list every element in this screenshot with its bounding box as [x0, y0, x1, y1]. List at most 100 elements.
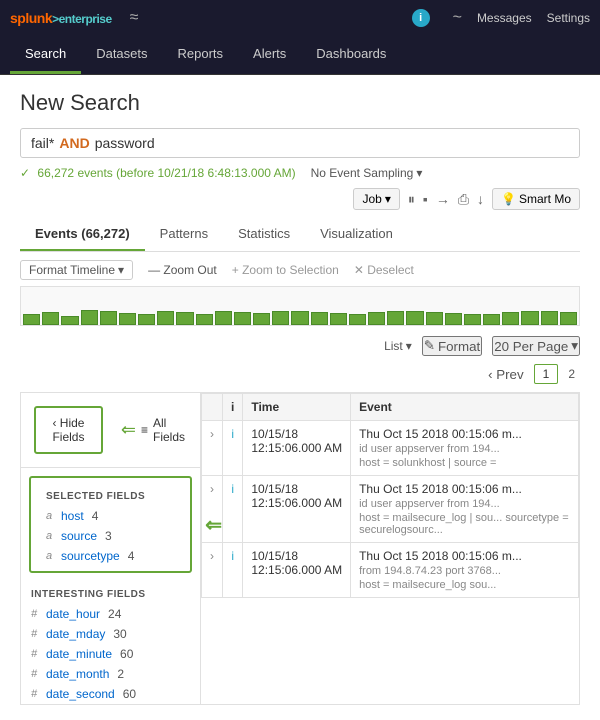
event-detail-3: host = mailsecure_log sou...	[359, 579, 570, 591]
next-page-number[interactable]: 2	[563, 365, 580, 383]
tab-visualization[interactable]: Visualization	[305, 218, 408, 251]
pagination: ‹ Prev 1 2	[20, 364, 580, 384]
stop-icon[interactable]: ▪	[423, 191, 428, 207]
timeline-bar	[61, 316, 78, 326]
page-title: New Search	[20, 90, 580, 116]
nav-datasets[interactable]: Datasets	[81, 36, 162, 74]
perpage-button[interactable]: 20 Per Page ▾	[492, 336, 580, 356]
col-info: i	[223, 394, 243, 421]
nav-search[interactable]: Search	[10, 36, 81, 74]
search-bar[interactable]: fail* AND password	[20, 128, 580, 158]
timeline-bar	[81, 310, 98, 325]
field-date-minute[interactable]: # date_minute 60	[21, 644, 200, 664]
format-button[interactable]: ✎ Format	[422, 336, 482, 356]
col-expand	[202, 394, 223, 421]
timeline-bar	[272, 311, 289, 325]
messages-menu[interactable]: Messages	[477, 11, 532, 25]
table-row: › i 10/15/18 12:15:06.000 AM Thu Oct 15 …	[202, 476, 579, 543]
nav-reports[interactable]: Reports	[163, 36, 239, 74]
prev-page-button[interactable]: ‹ Prev	[483, 365, 529, 384]
all-fields-icon: ≡	[141, 423, 148, 437]
info-circle-icon[interactable]: i	[412, 9, 430, 27]
zoom-selection-button[interactable]: + Zoom to Selection	[232, 263, 339, 277]
col-time: Time	[243, 394, 351, 421]
event-meta-3: from 194.8.74.23 port 3768...	[359, 565, 570, 577]
events-text: 66,272 events (before 10/21/18 6:48:13.0…	[37, 166, 295, 180]
timeline-controls: Format Timeline ▾ — Zoom Out + Zoom to S…	[20, 260, 580, 280]
timeline-bar	[349, 314, 366, 325]
hide-fields-arrow: ⇐	[121, 420, 136, 441]
events-table: i Time Event › i 10/15/18 12:15:06.000 A…	[201, 393, 579, 704]
zoom-out-button[interactable]: — Zoom Out	[148, 263, 217, 277]
selected-fields-box: SELECTED FIELDS a host 4 a source 3 a so…	[29, 476, 192, 573]
sampling-button[interactable]: No Event Sampling ▾	[311, 166, 423, 180]
interesting-fields-title: INTERESTING FIELDS	[21, 581, 200, 604]
status-bar: ✓ 66,272 events (before 10/21/18 6:48:13…	[20, 166, 580, 180]
time-cell-3: 10/15/18 12:15:06.000 AM	[243, 543, 351, 598]
pause-icon[interactable]: ⏸	[408, 191, 415, 208]
all-fields-button[interactable]: ≡ All Fields	[131, 408, 195, 452]
print-icon[interactable]: ⎙	[458, 191, 469, 208]
timeline-bar	[445, 313, 462, 325]
timeline-bar	[502, 312, 519, 325]
top-navigation: splunk>enterprise ≈ i ~ Messages Setting…	[0, 0, 600, 36]
timeline-bar	[42, 312, 59, 325]
timeline-bar	[330, 313, 347, 325]
toolbar: Job ▾ ⏸ ▪ → ⎙ ↓ 💡 Smart Mo	[20, 188, 580, 210]
send-icon[interactable]: →	[436, 191, 450, 207]
nav-dashboards[interactable]: Dashboards	[301, 36, 401, 74]
table-row: › i 10/15/18 12:15:06.000 AM Thu Oct 15 …	[202, 543, 579, 598]
timeline-bar	[368, 312, 385, 325]
list-controls: List ▾ ✎ Format 20 Per Page ▾	[20, 336, 580, 356]
timeline-bar	[157, 311, 174, 325]
time-cell-2: 10/15/18 12:15:06.000 AM	[243, 476, 351, 543]
format-timeline-button[interactable]: Format Timeline ▾	[20, 260, 133, 280]
event-cell-2: Thu Oct 15 2018 00:15:06 m... id user ap…	[351, 476, 579, 543]
timeline-bar	[253, 313, 270, 325]
expand-cell-1[interactable]: ›	[202, 421, 223, 476]
timeline-bar	[311, 312, 328, 325]
tab-statistics[interactable]: Statistics	[223, 218, 305, 251]
job-button[interactable]: Job ▾	[353, 188, 399, 210]
field-source[interactable]: a source 3	[36, 526, 185, 546]
col-event: Event	[351, 394, 579, 421]
deselect-button[interactable]: ✕ Deselect	[354, 263, 414, 277]
nav-alerts[interactable]: Alerts	[238, 36, 301, 74]
info-cell-1[interactable]: i	[223, 421, 243, 476]
timeline-bar	[291, 311, 308, 325]
activity2-icon[interactable]: ~	[453, 9, 462, 27]
event-cell-1: Thu Oct 15 2018 00:15:06 m... id user ap…	[351, 421, 579, 476]
hide-fields-button[interactable]: ‹ Hide Fields ⇐	[34, 406, 103, 454]
info-cell-3[interactable]: i	[223, 543, 243, 598]
event-meta-2: id user appserver from 194...	[359, 498, 570, 510]
field-date-mday[interactable]: # date_mday 30	[21, 624, 200, 644]
main-navigation: Search Datasets Reports Alerts Dashboard…	[0, 36, 600, 75]
expand-cell-3[interactable]: ›	[202, 543, 223, 598]
activity-icon[interactable]: ≈	[130, 9, 139, 27]
search-operator: AND	[59, 135, 89, 151]
search-query-keyword: fail*	[31, 135, 54, 151]
timeline-chart	[20, 286, 580, 326]
event-detail-1: host = solunkhost | source =	[359, 457, 570, 469]
field-sourcetype[interactable]: a sourcetype 4	[36, 546, 185, 566]
timeline-bar	[176, 312, 193, 325]
timeline-bar	[23, 314, 40, 325]
top-nav-right: i ~ Messages Settings	[412, 9, 590, 27]
current-page[interactable]: 1	[534, 364, 559, 384]
check-icon: ✓	[20, 166, 30, 180]
list-button[interactable]: List ▾	[384, 339, 412, 353]
field-host[interactable]: a host 4	[36, 506, 185, 526]
tab-events[interactable]: Events (66,272)	[20, 218, 145, 251]
info-cell-2[interactable]: i	[223, 476, 243, 543]
smart-mode-button[interactable]: 💡 Smart Mo	[492, 188, 580, 210]
search-query-term: password	[95, 135, 155, 151]
tab-patterns[interactable]: Patterns	[145, 218, 223, 251]
field-date-month[interactable]: # date_month 2	[21, 664, 200, 684]
field-date-second[interactable]: # date_second 60	[21, 684, 200, 704]
timeline-bar	[196, 314, 213, 325]
field-date-hour[interactable]: # date_hour 24	[21, 604, 200, 624]
download-icon[interactable]: ↓	[477, 191, 484, 207]
timeline-bar	[119, 313, 136, 325]
settings-link[interactable]: Settings	[547, 11, 590, 25]
timeline-bar	[521, 311, 538, 325]
